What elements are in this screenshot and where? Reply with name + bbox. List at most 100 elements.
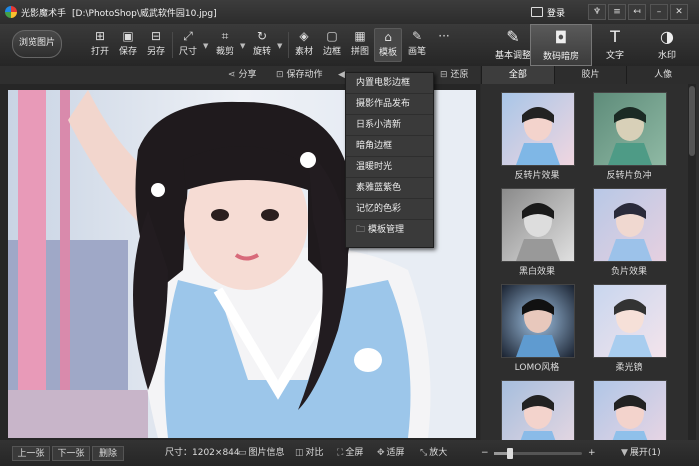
border-button[interactable]: ▢ 边框: [318, 28, 346, 62]
darkroom-button[interactable]: ◘ 数码暗房: [530, 24, 592, 66]
border-icon: ▢: [326, 29, 338, 43]
menu-button[interactable]: ≡: [608, 4, 626, 20]
effect-thumb-reversal[interactable]: [501, 92, 575, 166]
minimize-button[interactable]: –: [650, 4, 668, 20]
save-as-button[interactable]: ⊟ 另存: [142, 28, 170, 62]
darkroom-label: 数码暗房: [542, 52, 579, 62]
save-icon: ▣: [122, 29, 134, 43]
tab-portrait[interactable]: 人像: [626, 66, 699, 84]
close-button[interactable]: ✕: [670, 4, 688, 20]
effect-thumb-7[interactable]: [501, 380, 575, 440]
zoom-slider-knob[interactable]: [506, 448, 513, 459]
prev-image-button[interactable]: 上一张: [12, 446, 50, 461]
thumb-portrait: [608, 299, 652, 357]
effect-thumb-cross-process[interactable]: [593, 92, 667, 166]
menu-item-japanese-fresh[interactable]: 日系小清新: [346, 115, 433, 136]
resize-icon: ⤢: [183, 29, 193, 43]
menu-item-template-manage[interactable]: 🗀 模板管理: [346, 220, 433, 241]
template-button[interactable]: ⌂ 模板: [374, 28, 402, 62]
rotate-button[interactable]: ↻ 旋转: [248, 28, 276, 62]
fit-label: 适屏: [386, 448, 405, 458]
effect-thumb-soft-focus[interactable]: [593, 284, 667, 358]
resize-dropdown-icon[interactable]: ▼: [203, 42, 208, 50]
fit-icon: ✥: [377, 448, 385, 458]
effect-thumb-negative[interactable]: [593, 188, 667, 262]
collage-icon: ▦: [354, 29, 366, 43]
menu-item-vignette-border[interactable]: 暗角边框: [346, 136, 433, 157]
effect-label: 柔光镜: [615, 363, 643, 373]
open-label: 打开: [90, 47, 109, 57]
watermark-label: 水印: [657, 51, 676, 61]
scrollbar-thumb[interactable]: [689, 86, 695, 156]
more-tools-button[interactable]: ···: [430, 28, 458, 62]
crop-dropdown-icon[interactable]: ▼: [240, 42, 245, 50]
brush-button[interactable]: ✎ 画笔: [403, 28, 431, 62]
next-image-button[interactable]: 下一张: [52, 446, 90, 461]
expand-button[interactable]: ▼ 展开(1): [621, 440, 661, 466]
share-button[interactable]: ⋖ 分享: [228, 66, 257, 84]
thumb-portrait: [516, 299, 560, 357]
zoom-in-plus-button[interactable]: +: [588, 440, 596, 466]
effect-thumb-8[interactable]: [593, 380, 667, 440]
crop-label: 裁剪: [215, 47, 234, 57]
thumb-portrait: [516, 203, 560, 261]
expand-label: 展开(1): [629, 448, 661, 458]
compare-button[interactable]: ◫ 对比: [295, 440, 324, 466]
rotate-dropdown-icon[interactable]: ▼: [277, 42, 282, 50]
basic-adjust-label: 基本调整: [494, 51, 531, 61]
skin-button[interactable]: ♆: [588, 4, 606, 20]
effect-thumb-bw[interactable]: [501, 188, 575, 262]
crop-icon: ⌗: [221, 29, 229, 43]
rotate-icon: ↻: [256, 29, 268, 43]
app-title: 光影魔术手: [21, 8, 67, 19]
effect-tabs: 全部 胶片 人像: [481, 66, 699, 84]
watermark-button[interactable]: ◑ 水印: [636, 24, 698, 66]
material-button[interactable]: ◈ 素材: [290, 28, 318, 62]
chevron-down-icon: ▼: [621, 448, 628, 458]
menu-item-photo-publish[interactable]: 摄影作品发布: [346, 94, 433, 115]
fullscreen-button[interactable]: ⛶ 全屏: [337, 440, 363, 466]
crop-button[interactable]: ⌗ 裁剪: [211, 28, 239, 62]
restore-button[interactable]: ↤: [628, 4, 646, 20]
brush-label: 画笔: [407, 47, 426, 57]
collage-button[interactable]: ▦ 拼图: [346, 28, 374, 62]
compare-label: 对比: [305, 448, 324, 458]
effect-label: 反转片负冲: [606, 171, 652, 181]
login-button[interactable]: 登录: [531, 4, 565, 20]
menu-item-blue-purple[interactable]: 素雅蓝紫色: [346, 178, 433, 199]
zoom-slider[interactable]: [494, 448, 582, 459]
effect-label: LOMO风格: [514, 363, 560, 373]
border-label: 边框: [322, 47, 341, 57]
open-button[interactable]: ⊞ 打开: [86, 28, 114, 62]
thumb-portrait: [516, 107, 560, 165]
tab-film[interactable]: 胶片: [553, 66, 627, 84]
menu-item-movie-border[interactable]: 内置电影边框: [346, 73, 433, 94]
save-action-icon: ⊡: [276, 70, 284, 80]
effect-thumb-lomo[interactable]: [501, 284, 575, 358]
fullscreen-label: 全屏: [345, 448, 364, 458]
delete-image-button[interactable]: 删除: [92, 446, 124, 461]
fit-screen-button[interactable]: ✥ 适屏: [377, 440, 405, 466]
effects-scrollbar[interactable]: [688, 84, 696, 440]
menu-item-memory-color[interactable]: 记忆的色彩: [346, 199, 433, 220]
resize-button[interactable]: ⤢ 尺寸: [174, 28, 202, 62]
tab-all[interactable]: 全部: [481, 66, 554, 84]
open-icon: ⊞: [94, 29, 106, 43]
brush-icon: ✎: [411, 29, 423, 43]
compare-icon: ◫: [295, 448, 304, 458]
image-info-button[interactable]: ▭ 图片信息: [238, 440, 285, 466]
folder-icon: 🗀: [356, 225, 366, 235]
template-manage-label: 模板管理: [368, 225, 405, 235]
main-toolbar: 浏览图片 ⊞ 打开 ▣ 保存 ⊟ 另存 ⤢ 尺寸 ▼ ⌗ 裁剪 ▼ ↻ 旋转 ▼ ◈ 素材 ▢…: [0, 24, 699, 66]
zoom-in-button[interactable]: ⤡ 放大: [420, 440, 447, 466]
zoom-icon: ⤡: [420, 448, 428, 458]
save-button[interactable]: ▣ 保存: [114, 28, 142, 62]
browse-images-button[interactable]: 浏览图片: [12, 30, 62, 58]
material-label: 素材: [294, 47, 313, 57]
restore-original-button[interactable]: ⊟ 还原: [440, 66, 469, 84]
menu-item-warm-time[interactable]: 温暖时光: [346, 157, 433, 178]
thumb-portrait: [612, 395, 648, 440]
save-action-button[interactable]: ⊡ 保存动作: [276, 66, 323, 84]
zoom-in-label: 放大: [429, 448, 448, 458]
zoom-out-button[interactable]: −: [481, 440, 489, 466]
